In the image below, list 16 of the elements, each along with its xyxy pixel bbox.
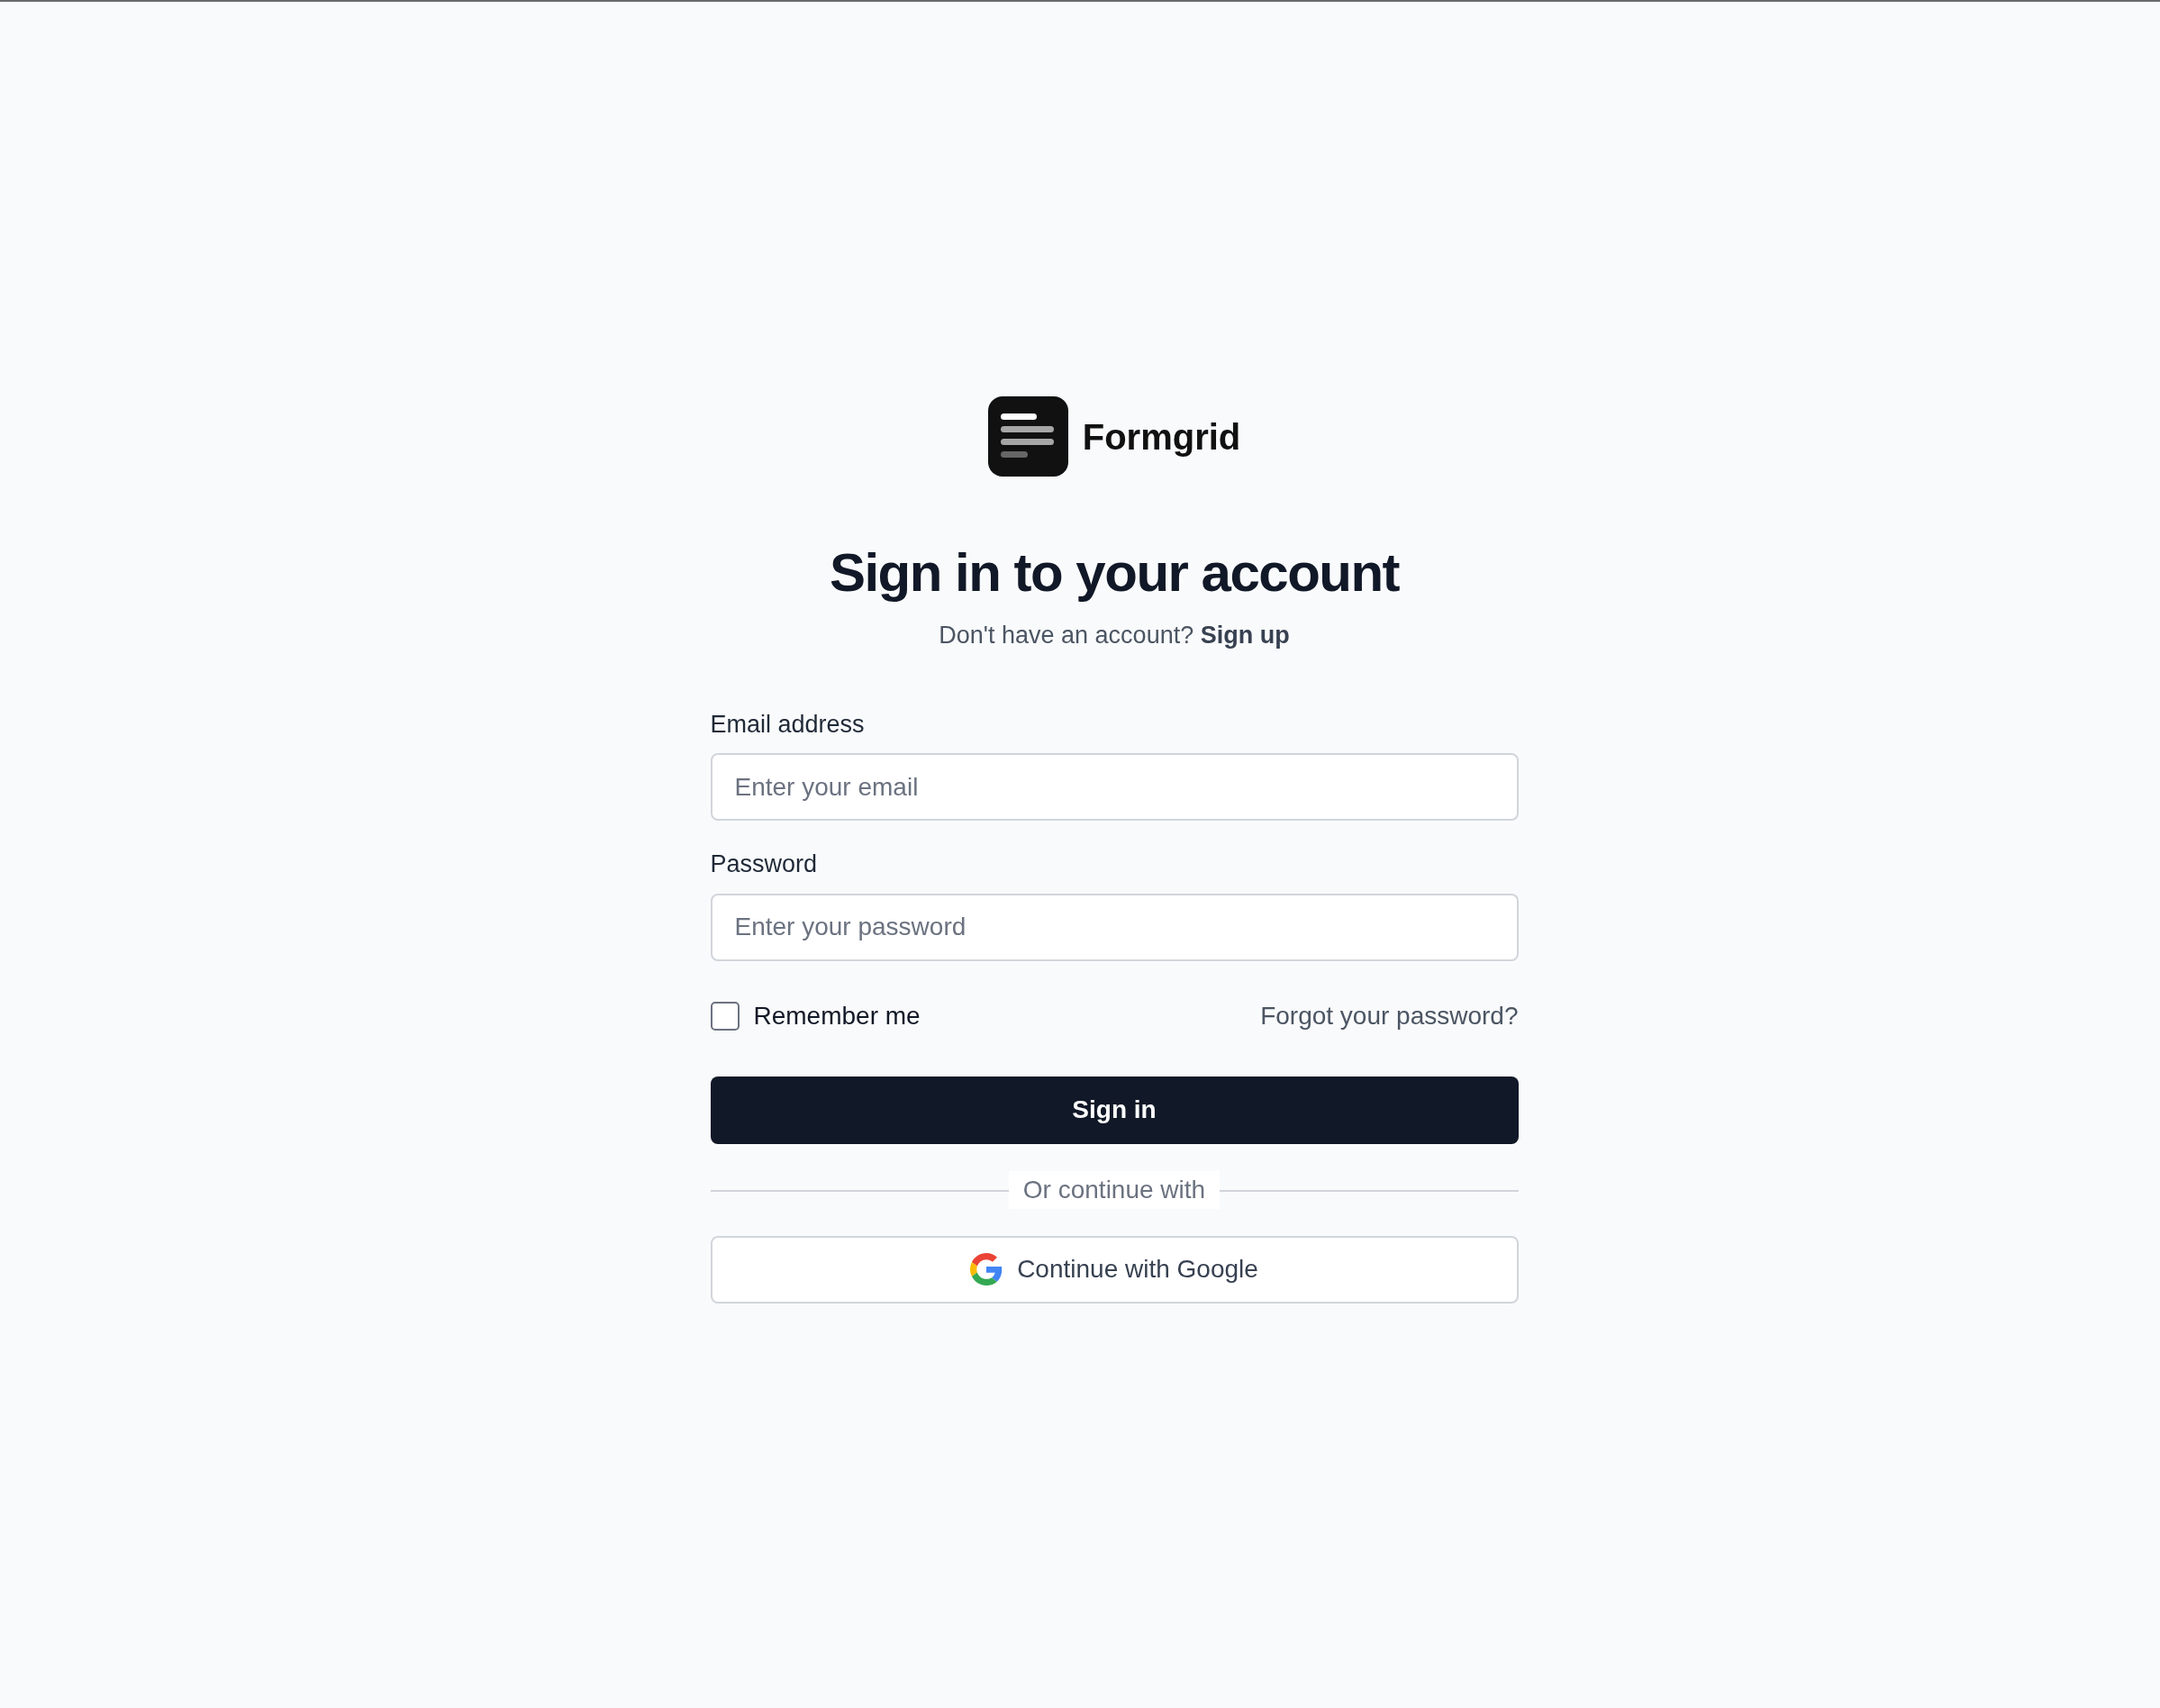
- sign-in-button[interactable]: Sign in: [710, 1076, 1519, 1144]
- sign-up-link[interactable]: Sign up: [1200, 622, 1290, 649]
- logo-icon: [987, 396, 1068, 477]
- google-button[interactable]: Continue with Google: [710, 1235, 1519, 1304]
- google-icon: [970, 1253, 1003, 1286]
- forgot-password-link[interactable]: Forgot your password?: [1260, 996, 1519, 1035]
- divider-label: Or continue with: [1008, 1170, 1221, 1209]
- page-title: Sign in to your account: [829, 541, 1400, 604]
- remember-checkbox[interactable]: [710, 1001, 740, 1031]
- signup-prompt-text: Don't have an account?: [939, 622, 1195, 649]
- brand-name: Formgrid: [1082, 415, 1241, 459]
- field-label: Password: [710, 849, 819, 879]
- field-label: Email address: [710, 709, 866, 740]
- remember-label: Remember me: [753, 1000, 921, 1031]
- password-field[interactable]: Enter your password: [710, 893, 1519, 961]
- email-field[interactable]: Enter your email: [710, 753, 1519, 821]
